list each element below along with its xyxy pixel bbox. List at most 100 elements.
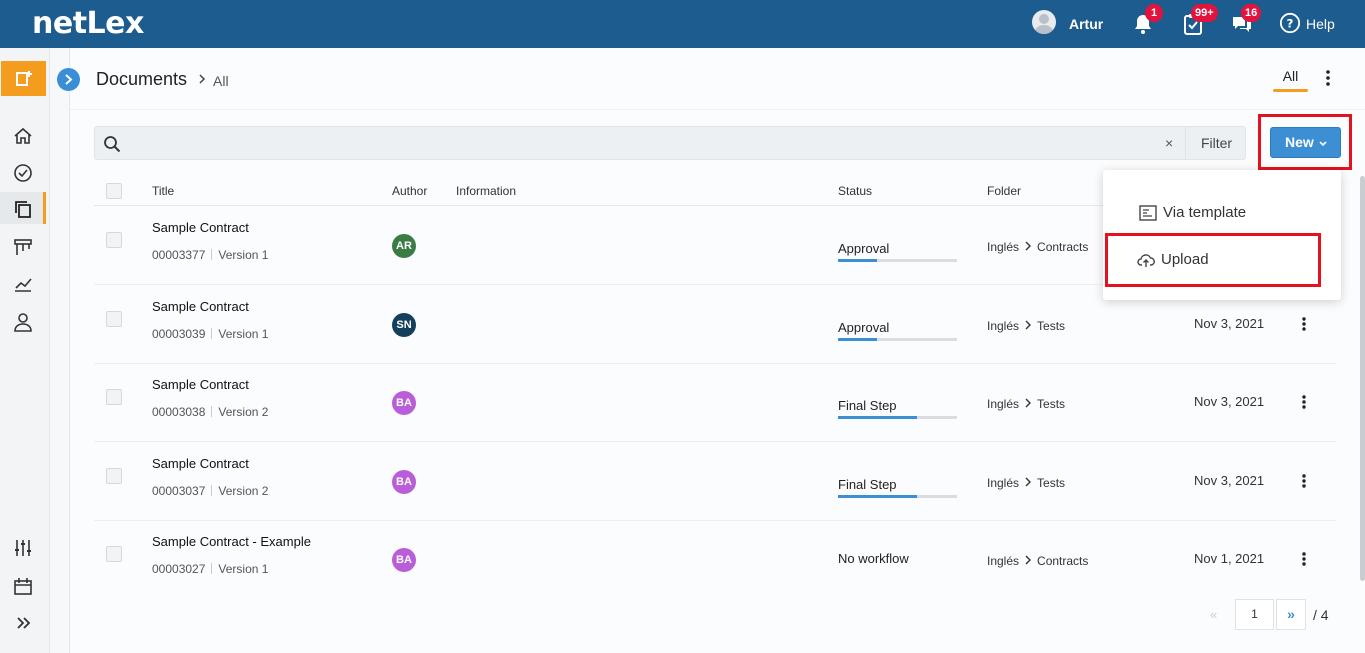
expand-icon bbox=[17, 617, 31, 629]
status-progress-bar bbox=[838, 495, 957, 498]
chevron-down-icon bbox=[1319, 141, 1327, 147]
column-header-author[interactable]: Author bbox=[392, 184, 427, 198]
author-avatar[interactable]: SN bbox=[392, 313, 416, 337]
document-meta: 00003037 Version 2 bbox=[152, 484, 268, 498]
folder-path[interactable]: Inglés Tests bbox=[987, 319, 1065, 333]
document-title[interactable]: Sample Contract bbox=[152, 220, 249, 235]
pagination-prev[interactable]: « bbox=[1210, 607, 1217, 622]
board-icon bbox=[14, 239, 32, 255]
document-title[interactable]: Sample Contract bbox=[152, 377, 249, 392]
user-name[interactable]: Artur bbox=[1069, 16, 1103, 32]
folder-sub: Tests bbox=[1037, 397, 1066, 411]
row-divider bbox=[94, 520, 1336, 521]
search-input[interactable] bbox=[129, 133, 1129, 155]
sidebar-item-settings[interactable] bbox=[0, 531, 46, 563]
menu-item-via-template[interactable]: Via template bbox=[1103, 193, 1341, 233]
document-meta: 00003027 Version 1 bbox=[152, 562, 268, 576]
folder-sub: Tests bbox=[1037, 319, 1066, 333]
author-avatar[interactable]: BA bbox=[392, 470, 416, 494]
column-header-title[interactable]: Title bbox=[152, 184, 174, 198]
breadcrumb-current[interactable]: All bbox=[213, 73, 229, 89]
document-date: Nov 1, 2021 bbox=[1194, 551, 1265, 566]
folder-chevron-icon bbox=[1025, 555, 1032, 565]
sidebar-item-users[interactable] bbox=[0, 305, 46, 337]
row-more-options-icon[interactable] bbox=[1299, 551, 1309, 567]
folder-root: Inglés bbox=[987, 476, 1020, 490]
status-progress-fill bbox=[838, 338, 877, 341]
sidebar-item-home[interactable] bbox=[0, 120, 46, 152]
new-document-button[interactable] bbox=[1, 61, 46, 96]
select-all-checkbox[interactable] bbox=[106, 183, 122, 199]
status-label: Approval bbox=[838, 320, 890, 335]
status-progress-bar bbox=[838, 338, 957, 341]
header-divider bbox=[70, 109, 1365, 110]
user-avatar[interactable] bbox=[1032, 10, 1056, 34]
folder-root: Inglés bbox=[987, 319, 1020, 333]
folder-path[interactable]: Inglés Contracts bbox=[987, 240, 1088, 254]
row-more-options-icon[interactable] bbox=[1299, 394, 1309, 410]
status-progress-bar bbox=[838, 259, 957, 262]
new-document-icon bbox=[16, 71, 32, 86]
folder-chevron-icon bbox=[1025, 477, 1032, 487]
row-checkbox[interactable] bbox=[106, 232, 122, 248]
search-bar: × Filter bbox=[94, 126, 1246, 160]
tab-all-indicator bbox=[1273, 89, 1308, 92]
dashboard-icon bbox=[14, 164, 32, 182]
author-avatar[interactable]: BA bbox=[392, 391, 416, 415]
sidebar-item-board[interactable] bbox=[0, 230, 46, 262]
author-avatar[interactable]: BA bbox=[392, 548, 416, 572]
status-progress-fill bbox=[838, 259, 877, 262]
row-checkbox[interactable] bbox=[106, 468, 122, 484]
document-title[interactable]: Sample Contract bbox=[152, 299, 249, 314]
row-divider bbox=[94, 441, 1336, 442]
row-checkbox[interactable] bbox=[106, 311, 122, 327]
help-circle-icon[interactable]: ? bbox=[1279, 12, 1303, 36]
filter-button[interactable]: Filter bbox=[1185, 127, 1247, 159]
folder-path[interactable]: Inglés Tests bbox=[987, 476, 1065, 490]
sidebar-expand[interactable] bbox=[0, 606, 46, 638]
top-bar: netLex Artur 1 99+ 16 ? Help bbox=[0, 0, 1365, 48]
column-header-status[interactable]: Status bbox=[838, 184, 872, 198]
sidebar-item-documents[interactable] bbox=[0, 192, 46, 224]
row-more-options-icon[interactable] bbox=[1299, 316, 1309, 332]
document-meta: 00003039 Version 1 bbox=[152, 327, 268, 341]
row-more-options-icon[interactable] bbox=[1299, 473, 1309, 489]
column-header-information[interactable]: Information bbox=[456, 184, 516, 198]
column-header-folder[interactable]: Folder bbox=[987, 184, 1021, 198]
notifications-badge: 1 bbox=[1145, 4, 1163, 22]
help-link[interactable]: Help bbox=[1306, 16, 1335, 32]
scrollbar[interactable] bbox=[1360, 176, 1365, 581]
messages-badge: 16 bbox=[1241, 4, 1262, 22]
sidebar-item-dashboard[interactable] bbox=[0, 156, 46, 188]
search-icon bbox=[104, 136, 121, 153]
folder-path[interactable]: Inglés Tests bbox=[987, 397, 1065, 411]
status-progress-fill bbox=[838, 495, 917, 498]
document-version: Version 1 bbox=[218, 562, 269, 576]
folder-path[interactable]: Inglés Contracts bbox=[987, 554, 1088, 568]
folder-sub: Contracts bbox=[1037, 240, 1089, 254]
template-icon bbox=[1139, 205, 1157, 221]
clear-search-button[interactable]: × bbox=[1165, 135, 1173, 151]
document-title[interactable]: Sample Contract - Example bbox=[152, 534, 311, 549]
home-icon bbox=[14, 127, 32, 144]
left-sidebar bbox=[0, 48, 50, 653]
pagination-next[interactable]: » bbox=[1276, 599, 1306, 630]
analytics-icon bbox=[15, 278, 32, 292]
netlex-logo[interactable]: netLex bbox=[32, 6, 144, 41]
new-button[interactable]: New bbox=[1270, 127, 1341, 158]
document-version: Version 1 bbox=[218, 327, 269, 341]
pagination-current-page[interactable]: 1 bbox=[1235, 599, 1274, 630]
document-id: 00003037 bbox=[152, 484, 206, 498]
expand-panel-button[interactable] bbox=[57, 68, 80, 91]
document-id: 00003377 bbox=[152, 248, 206, 262]
row-checkbox[interactable] bbox=[106, 546, 122, 562]
document-meta: 00003038 Version 2 bbox=[152, 405, 268, 419]
row-checkbox[interactable] bbox=[106, 389, 122, 405]
sidebar-item-analytics[interactable] bbox=[0, 268, 46, 300]
chevron-right-icon bbox=[65, 74, 73, 85]
sidebar-item-calendar[interactable] bbox=[0, 569, 46, 601]
document-title[interactable]: Sample Contract bbox=[152, 456, 249, 471]
more-options-icon[interactable] bbox=[1322, 68, 1334, 88]
author-avatar[interactable]: AR bbox=[392, 234, 416, 258]
folder-root: Inglés bbox=[987, 397, 1020, 411]
